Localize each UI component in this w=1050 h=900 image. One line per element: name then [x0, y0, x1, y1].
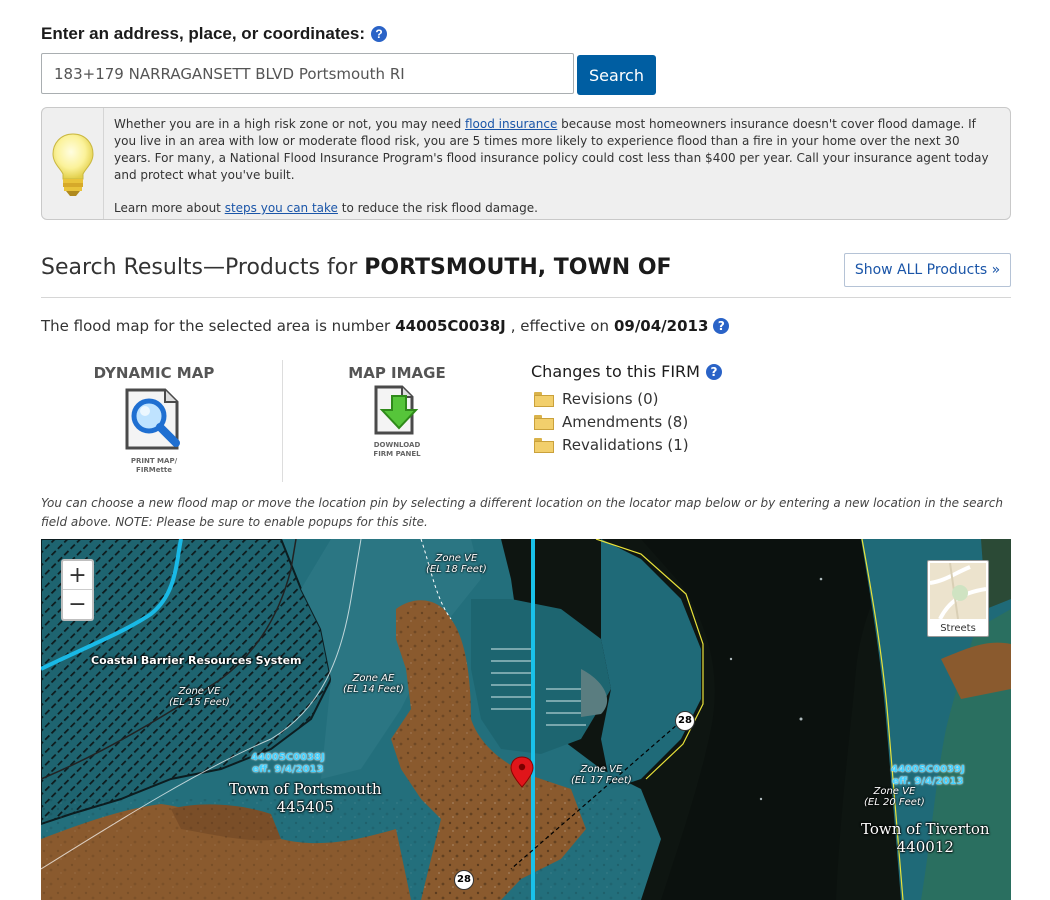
- lightbulb-column: [42, 108, 104, 219]
- community-map-label: Town of Tiverton 440012: [861, 820, 990, 856]
- zoom-out-button[interactable]: −: [63, 590, 92, 619]
- folder-icon: [534, 392, 554, 407]
- basemap-toggle[interactable]: Streets: [927, 560, 989, 637]
- lightbulb-icon: [52, 133, 94, 196]
- zone-label: Zone VE (EL 20 Feet): [864, 786, 925, 808]
- changes-title: Changes to this FIRM ?: [531, 362, 722, 381]
- dynamic-map-product[interactable]: DYNAMIC MAP PRINT MAP/ FIRMette: [88, 364, 220, 475]
- folder-icon: [534, 438, 554, 453]
- download-label-2: FIRM PANEL: [373, 450, 421, 458]
- change-item-revalidations[interactable]: Revalidations (1): [534, 433, 722, 456]
- basemap-label: Streets: [940, 623, 976, 634]
- change-item-amendments[interactable]: Amendments (8): [534, 410, 722, 433]
- learn-more-text: Learn more about steps you can take to r…: [114, 201, 538, 215]
- steps-you-can-take-link[interactable]: steps you can take: [225, 201, 338, 215]
- changes-list: Revisions (0) Amendments (8) Revalidatio…: [531, 387, 722, 456]
- folder-icon: [534, 415, 554, 430]
- results-heading: Search Results—Products for PORTSMOUTH, …: [41, 255, 672, 280]
- changes-to-firm: Changes to this FIRM ? Revisions (0) Ame…: [531, 362, 722, 456]
- print-map-label-2: FIRMette: [136, 466, 172, 474]
- divider: [41, 297, 1011, 298]
- cbrs-label: Coastal Barrier Resources System: [91, 654, 302, 667]
- search-label-text: Enter an address, place, or coordinates:: [41, 24, 366, 43]
- change-item-revisions[interactable]: Revisions (0): [534, 387, 722, 410]
- info-text: Whether you are in a high risk zone or n…: [114, 117, 989, 182]
- download-label-1: DOWNLOAD: [373, 441, 421, 449]
- community-name: PORTSMOUTH, TOWN OF: [364, 255, 672, 280]
- product-separator: [282, 360, 283, 482]
- zone-label: Zone AE (EL 14 Feet): [343, 673, 404, 695]
- route-shield: 28: [454, 870, 474, 890]
- firm-panel-label[interactable]: 44005C0038J eff. 9/4/2013: [251, 752, 325, 776]
- route-shield: 28: [675, 711, 695, 731]
- search-label: Enter an address, place, or coordinates:…: [41, 24, 388, 44]
- zoom-in-button[interactable]: +: [63, 561, 92, 590]
- streets-thumbnail: [930, 563, 986, 619]
- map-image-title: MAP IMAGE: [348, 364, 446, 382]
- help-icon[interactable]: ?: [371, 26, 388, 42]
- search-button[interactable]: Search: [577, 55, 656, 95]
- print-map-label-1: PRINT MAP/: [130, 457, 178, 465]
- help-icon[interactable]: ?: [713, 318, 730, 334]
- search-input[interactable]: [41, 53, 574, 94]
- community-map-label: Town of Portsmouth 445405: [229, 780, 382, 816]
- firm-panel-label[interactable]: 44005C0039J eff. 9/4/2013: [891, 764, 965, 788]
- flood-insurance-link[interactable]: flood insurance: [465, 117, 557, 131]
- flood-insurance-info-box: Whether you are in a high risk zone or n…: [41, 107, 1011, 220]
- panel-number: 44005C0038J: [395, 317, 506, 335]
- flood-map-panel-line: The flood map for the selected area is n…: [41, 317, 730, 335]
- print-map-icon[interactable]: [121, 386, 187, 452]
- zone-label: Zone VE (EL 15 Feet): [169, 686, 230, 708]
- locator-map-note: You can choose a new flood map or move t…: [41, 496, 1003, 529]
- zoom-controls: + −: [61, 559, 94, 621]
- help-icon[interactable]: ?: [705, 363, 722, 380]
- zone-label: Zone VE (EL 18 Feet): [426, 553, 487, 575]
- zone-label: Zone VE (EL 17 Feet): [571, 764, 632, 786]
- download-firm-icon[interactable]: [372, 384, 422, 436]
- map-image-product[interactable]: MAP IMAGE DOWNLOAD FIRM PANEL: [332, 364, 462, 459]
- locator-map[interactable]: + − Streets Zone VE (EL 18 Feet) Coastal …: [41, 539, 1011, 900]
- effective-date: 09/04/2013: [613, 317, 709, 335]
- dynamic-map-title: DYNAMIC MAP: [93, 364, 215, 382]
- show-all-products-button[interactable]: Show ALL Products »: [844, 253, 1011, 287]
